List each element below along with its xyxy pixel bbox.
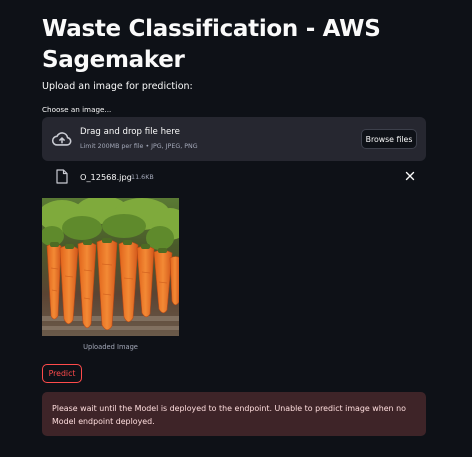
dropzone-title: Drag and drop file here (80, 127, 180, 137)
alert-message: Please wait until the Model is deployed … (52, 404, 406, 426)
file-name: O_12568.jpg (80, 172, 132, 182)
browse-files-button[interactable]: Browse files (361, 129, 417, 149)
uploaded-file-row: O_12568.jpg 11.6KB (42, 168, 426, 188)
dropzone-limits: Limit 200MB per file • JPG, JPEG, PNG (80, 143, 198, 150)
upload-prompt: Upload an image for prediction: (42, 81, 193, 92)
close-icon[interactable] (404, 170, 416, 182)
predict-button[interactable]: Predict (42, 364, 82, 383)
uploaded-image (42, 198, 179, 336)
image-caption: Uploaded Image (83, 343, 138, 351)
cloud-upload-icon (51, 132, 72, 146)
error-alert: Please wait until the Model is deployed … (42, 392, 426, 436)
file-icon (56, 169, 68, 184)
carrots-photo (42, 198, 179, 336)
page-title: Waste Classification - AWS Sagemaker (42, 16, 381, 73)
file-dropzone[interactable]: Drag and drop file here Limit 200MB per … (42, 117, 426, 161)
file-size: 11.6KB (131, 173, 154, 181)
uploader-label: Choose an image... (42, 105, 112, 114)
